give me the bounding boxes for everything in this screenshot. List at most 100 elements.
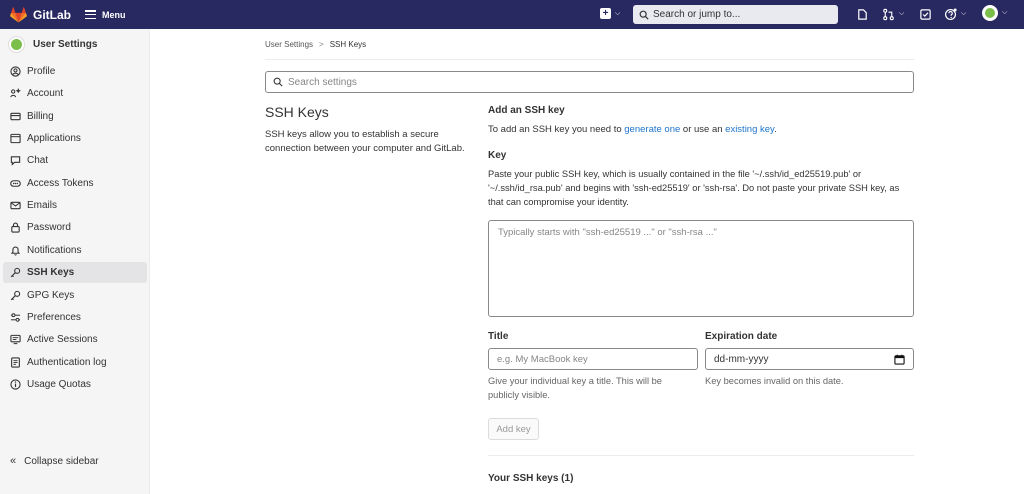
- add-key-button[interactable]: Add key: [488, 418, 539, 440]
- collapse-sidebar-button[interactable]: « Collapse sidebar: [10, 455, 99, 467]
- todos-button[interactable]: [919, 7, 932, 21]
- monitor-icon: [10, 334, 21, 345]
- sidebar-item-usage-quotas[interactable]: Usage Quotas: [3, 374, 147, 395]
- sidebar-item-profile[interactable]: Profile: [3, 61, 147, 82]
- gitlab-logo[interactable]: GitLab: [10, 6, 71, 23]
- key-label: Key: [488, 150, 507, 161]
- chat-icon: [10, 155, 21, 166]
- log-icon: [10, 357, 21, 368]
- expiration-label: Expiration date: [705, 331, 778, 342]
- breadcrumb-separator: >: [319, 40, 324, 49]
- sidebar-item-chat[interactable]: Chat: [3, 150, 147, 171]
- avatar: [8, 36, 25, 53]
- merge-requests-button[interactable]: ⌵: [882, 7, 904, 21]
- chevron-down-icon: ⌵: [961, 10, 967, 17]
- add-ssh-key-title: Add an SSH key: [488, 105, 565, 116]
- global-search-placeholder: Search or jump to...: [653, 9, 741, 20]
- sidebar-item-label: Notifications: [27, 245, 82, 256]
- sidebar-item-label: SSH Keys: [27, 267, 75, 278]
- sidebar-item-notifications[interactable]: Notifications: [3, 240, 147, 261]
- merge-request-icon: [883, 8, 894, 20]
- sidebar-item-password[interactable]: Password: [3, 217, 147, 238]
- sidebar-item-billing[interactable]: Billing: [3, 106, 147, 127]
- issues-button[interactable]: [856, 7, 869, 21]
- search-icon: [639, 10, 649, 20]
- sidebar-header[interactable]: User Settings: [0, 29, 149, 60]
- applications-icon: [10, 133, 21, 144]
- sidebar-item-access-tokens[interactable]: Access Tokens: [3, 173, 147, 194]
- key-icon: [10, 290, 21, 301]
- section-description: SSH keys allow you to establish a secure…: [265, 129, 465, 154]
- issues-icon: [858, 8, 867, 20]
- token-icon: [10, 178, 21, 189]
- key-textarea[interactable]: [488, 220, 914, 317]
- sidebar-item-gpg-keys[interactable]: GPG Keys: [3, 285, 147, 306]
- top-navbar: GitLab Menu + ⌵ Search or jump to... ⌵ ⌵…: [0, 0, 1024, 29]
- chevron-down-icon: ⌵: [1002, 9, 1008, 16]
- global-search[interactable]: Search or jump to...: [633, 5, 838, 24]
- sidebar-title: User Settings: [33, 39, 98, 50]
- todo-icon: [920, 8, 931, 20]
- sidebar-item-label: Chat: [27, 155, 49, 166]
- generate-one-link[interactable]: generate one: [624, 124, 680, 135]
- settings-search: [265, 71, 914, 93]
- collapse-sidebar-label: Collapse sidebar: [24, 455, 99, 467]
- key-help-text: Paste your public SSH key, which is usua…: [488, 169, 900, 207]
- profile-icon: [10, 66, 21, 77]
- preferences-icon: [10, 312, 21, 323]
- add-desc-suffix: .: [774, 124, 777, 135]
- user-menu[interactable]: ⌵: [982, 5, 1008, 21]
- double-chevron-left-icon: «: [10, 455, 17, 467]
- chevron-down-icon: ⌵: [899, 10, 905, 17]
- breadcrumb-current: SSH Keys: [329, 40, 367, 49]
- gitlab-logo-icon: [10, 6, 27, 22]
- sidebar-item-preferences[interactable]: Preferences: [3, 307, 147, 328]
- title-input[interactable]: [488, 348, 698, 370]
- sidebar-item-account[interactable]: Account: [3, 83, 147, 104]
- help-button[interactable]: ⌵: [944, 7, 966, 21]
- mail-icon: [10, 200, 21, 211]
- chevron-down-icon: ⌵: [615, 9, 621, 17]
- sidebar-item-label: Authentication log: [27, 357, 107, 368]
- plus-icon: +: [600, 8, 611, 19]
- sidebar-item-label: Active Sessions: [27, 334, 98, 345]
- breadcrumb: User Settings > SSH Keys: [265, 40, 366, 49]
- sidebar-item-label: Password: [27, 222, 71, 233]
- divider: [265, 59, 914, 60]
- expiration-help-text: Key becomes invalid on this date.: [705, 376, 844, 386]
- add-ssh-key-description: To add an SSH key you need to generate o…: [488, 124, 777, 135]
- section-title: SSH Keys: [265, 104, 329, 120]
- sidebar-item-label: Profile: [27, 66, 56, 77]
- sidebar-item-authentication-log[interactable]: Authentication log: [3, 352, 147, 373]
- lock-icon: [10, 222, 21, 233]
- sidebar-item-applications[interactable]: Applications: [3, 128, 147, 149]
- new-dropdown[interactable]: + ⌵: [600, 8, 620, 19]
- existing-key-link[interactable]: existing key: [725, 124, 774, 135]
- your-ssh-keys-title: Your SSH keys (1): [488, 473, 574, 484]
- menu-button[interactable]: Menu: [85, 10, 126, 20]
- calendar-icon[interactable]: [894, 354, 905, 365]
- sidebar-item-label: Billing: [27, 111, 54, 122]
- menu-label: Menu: [102, 9, 126, 20]
- title-label: Title: [488, 331, 509, 342]
- breadcrumb-parent[interactable]: User Settings: [265, 40, 313, 49]
- title-help-text: Give your individual key a title. This w…: [488, 376, 662, 400]
- sidebar-item-active-sessions[interactable]: Active Sessions: [3, 329, 147, 350]
- sidebar-item-emails[interactable]: Emails: [3, 195, 147, 216]
- search-icon: [273, 77, 283, 87]
- sidebar-item-label: Account: [27, 88, 64, 99]
- sidebar-item-label: Access Tokens: [27, 178, 94, 189]
- expiration-date-input[interactable]: dd-mm-yyyy: [705, 348, 914, 370]
- avatar: [982, 5, 998, 21]
- billing-icon: [10, 111, 21, 122]
- divider: [488, 455, 914, 456]
- brand-name: GitLab: [33, 7, 71, 22]
- add-desc-middle: or use an: [680, 124, 726, 135]
- sidebar-item-label: Preferences: [27, 312, 81, 323]
- sidebar-item-label: Usage Quotas: [27, 379, 91, 390]
- sidebar-item-label: Emails: [27, 200, 58, 211]
- settings-search-input[interactable]: [288, 76, 888, 88]
- sidebar-item-ssh-keys[interactable]: SSH Keys: [3, 262, 147, 283]
- info-icon: [10, 379, 21, 390]
- sidebar-item-label: GPG Keys: [27, 290, 75, 301]
